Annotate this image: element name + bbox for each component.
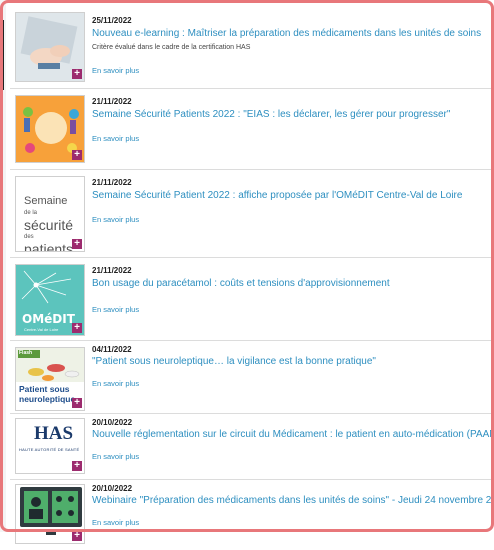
expand-plus-icon[interactable]: + bbox=[72, 461, 82, 471]
has-logo: HAS bbox=[34, 423, 74, 444]
news-item: HAS HAUTE AUTORITÉ DE SANTÉ + 20/10/2022… bbox=[10, 414, 494, 480]
has-subtitle: HAUTE AUTORITÉ DE SANTÉ bbox=[19, 447, 80, 452]
read-more-link[interactable]: En savoir plus bbox=[92, 452, 139, 461]
left-edge-bar bbox=[0, 175, 3, 205]
article-title-link[interactable]: Webinaire "Préparation des médicaments d… bbox=[92, 495, 494, 506]
news-item: OMéDIT Centre-Val de Loire + 21/11/2022 … bbox=[10, 258, 494, 341]
article-subtitle: Critère évalué dans le cadre de la certi… bbox=[92, 44, 251, 51]
article-title-link[interactable]: "Patient sous neuroleptique… la vigilanc… bbox=[92, 356, 376, 367]
read-more-link[interactable]: En savoir plus bbox=[92, 66, 139, 75]
omedit-logo bbox=[21, 270, 72, 304]
expand-plus-icon[interactable]: + bbox=[72, 239, 82, 249]
article-title-link[interactable]: Nouveau e-learning : Maîtriser la prépar… bbox=[92, 28, 481, 39]
read-more-link[interactable]: En savoir plus bbox=[92, 518, 139, 527]
article-date: 21/11/2022 bbox=[92, 178, 132, 187]
caption-line: neuroleptique bbox=[19, 394, 76, 404]
article-title-link[interactable]: Nouvelle réglementation sur le circuit d… bbox=[92, 429, 494, 440]
expand-plus-icon[interactable]: + bbox=[72, 150, 82, 160]
article-date: 25/11/2022 bbox=[92, 16, 132, 25]
news-item: Semaine de la sécurité des patients + 21… bbox=[10, 170, 494, 258]
thumbnail-neuroleptique[interactable]: Flash Patient sous neuroleptique + bbox=[15, 347, 85, 411]
news-item: + 21/11/2022 Semaine Sécurité Patients 2… bbox=[10, 89, 494, 170]
thumbnail-semaine-logo[interactable]: Semaine de la sécurité des patients + bbox=[15, 176, 85, 252]
omedit-region: Centre-Val de Loire bbox=[24, 327, 59, 332]
article-date: 21/11/2022 bbox=[92, 97, 132, 106]
news-item: + 20/10/2022 Webinaire "Préparation des … bbox=[10, 480, 494, 550]
left-edge-bar bbox=[0, 20, 4, 90]
read-more-link[interactable]: En savoir plus bbox=[92, 379, 139, 388]
read-more-link[interactable]: En savoir plus bbox=[92, 305, 139, 314]
semaine-securite-logo: Semaine de la sécurité des patients bbox=[24, 195, 74, 252]
news-item: Flash Patient sous neuroleptique + 04/11… bbox=[10, 341, 494, 414]
thumbnail-has[interactable]: HAS HAUTE AUTORITÉ DE SANTÉ + bbox=[15, 418, 85, 474]
article-title-link[interactable]: Bon usage du paracétamol : coûts et tens… bbox=[92, 278, 390, 289]
article-title-link[interactable]: Semaine Sécurité Patient 2022 : affiche … bbox=[92, 190, 462, 201]
expand-plus-icon[interactable]: + bbox=[72, 323, 82, 333]
thumbnail-elearning[interactable]: + bbox=[15, 12, 85, 82]
article-date: 20/10/2022 bbox=[92, 484, 133, 493]
logo-text-line: Semaine bbox=[24, 195, 68, 207]
news-item: + 25/11/2022 Nouveau e-learning : Maîtri… bbox=[10, 8, 494, 89]
thumbnail-semaine-colorful[interactable]: + bbox=[15, 95, 85, 163]
thumbnail-webinar[interactable]: + bbox=[15, 484, 85, 544]
article-date: 21/11/2022 bbox=[92, 266, 132, 275]
article-title-link[interactable]: Semaine Sécurité Patients 2022 : "EIAS :… bbox=[92, 109, 450, 120]
logo-text-line: patients bbox=[24, 241, 74, 252]
logo-text-line: sécurité bbox=[24, 217, 74, 233]
article-date: 04/11/2022 bbox=[92, 345, 132, 354]
expand-plus-icon[interactable]: + bbox=[72, 69, 82, 79]
flash-label: Flash bbox=[19, 350, 33, 356]
thumbnail-caption: Patient sous neuroleptique bbox=[19, 384, 75, 404]
omedit-name: OMéDIT bbox=[22, 312, 75, 326]
read-more-link[interactable]: En savoir plus bbox=[92, 215, 139, 224]
expand-plus-icon[interactable]: + bbox=[72, 398, 82, 408]
read-more-link[interactable]: En savoir plus bbox=[92, 134, 139, 143]
news-list: + 25/11/2022 Nouveau e-learning : Maîtri… bbox=[10, 8, 494, 550]
article-date: 20/10/2022 bbox=[92, 418, 133, 427]
caption-line: Patient sous bbox=[19, 384, 70, 394]
expand-plus-icon[interactable]: + bbox=[72, 531, 82, 541]
thumbnail-omedit[interactable]: OMéDIT Centre-Val de Loire + bbox=[15, 264, 85, 336]
